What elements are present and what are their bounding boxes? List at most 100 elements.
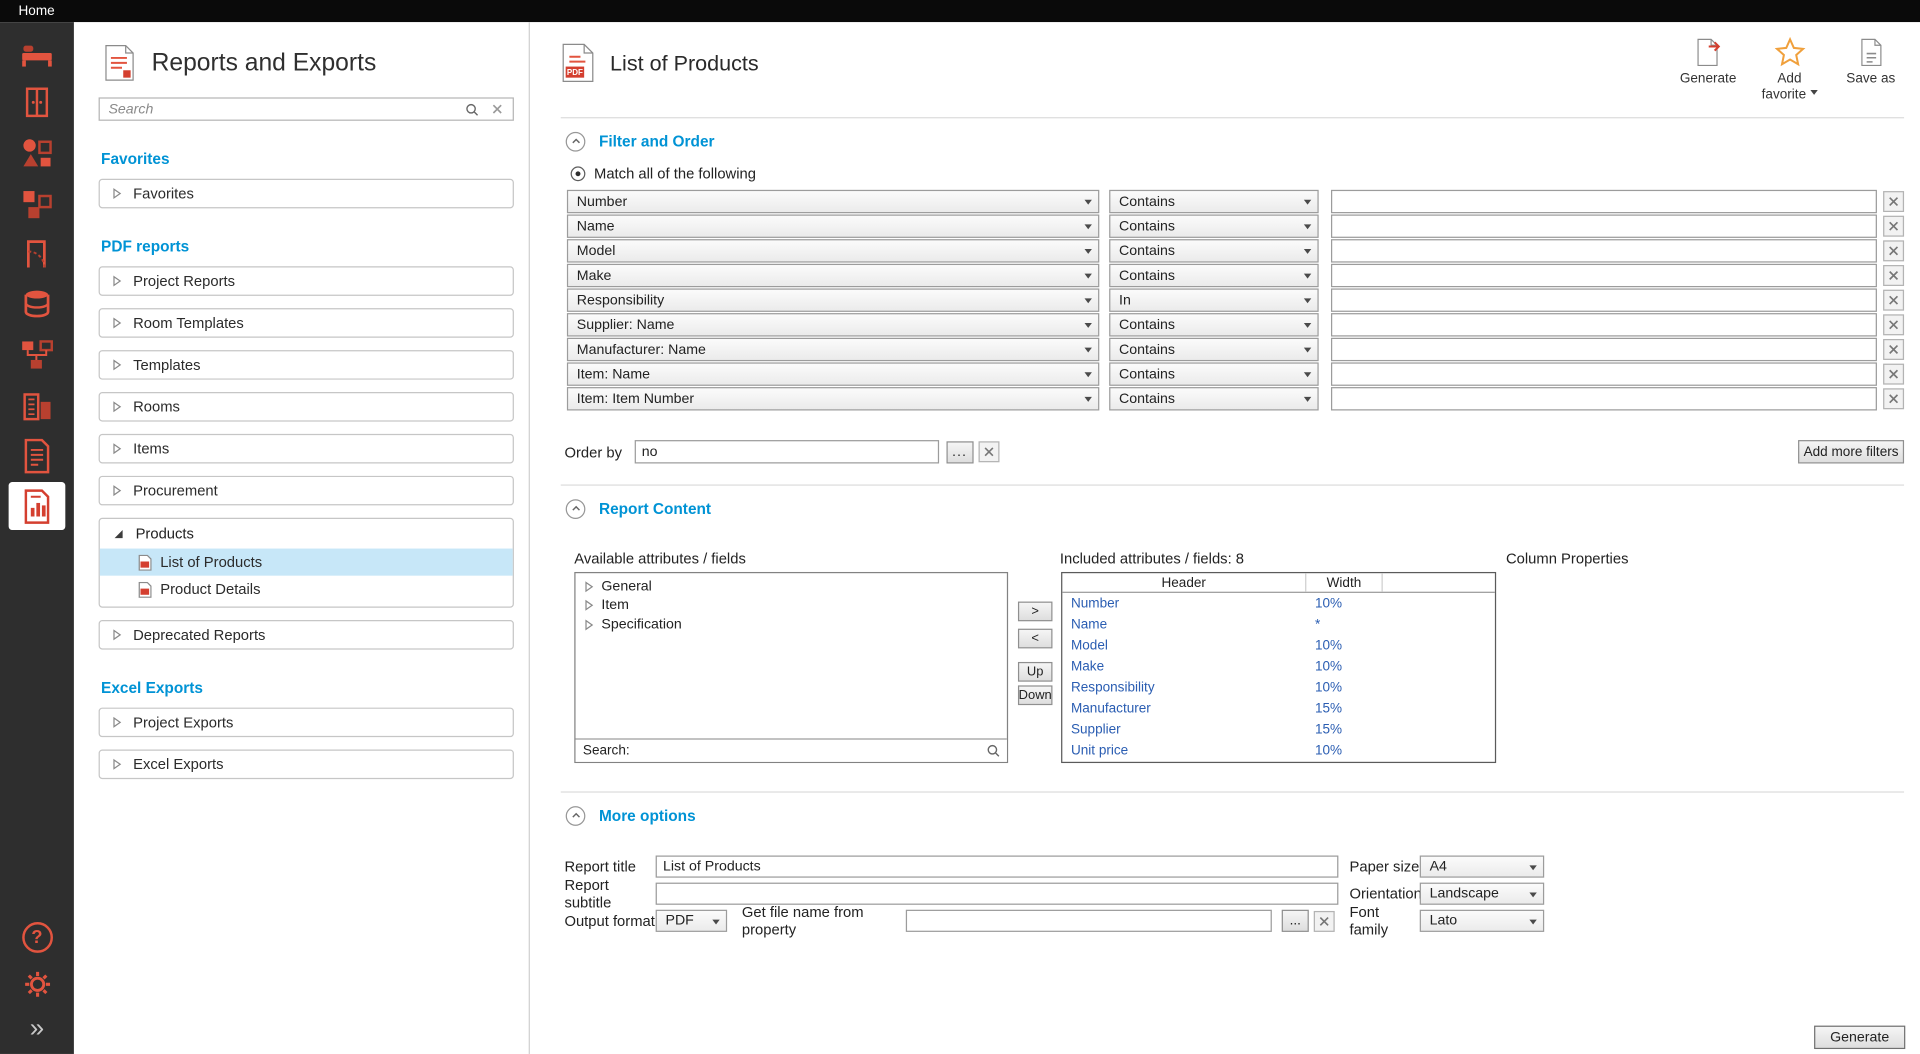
filter-value-input[interactable]: [1331, 264, 1877, 287]
rail-item-storage[interactable]: [9, 78, 66, 126]
save-as-button[interactable]: Save as: [1838, 37, 1905, 87]
sidebar-item-excel-exports[interactable]: Excel Exports: [99, 749, 514, 779]
remove-filter-button[interactable]: [1883, 364, 1904, 385]
rail-item-components[interactable]: [9, 179, 66, 227]
paper-size-select[interactable]: A4: [1420, 855, 1544, 877]
filter-value-input[interactable]: [1331, 362, 1877, 385]
filter-value-input[interactable]: [1331, 214, 1877, 237]
filter-operator-select[interactable]: In: [1109, 288, 1319, 311]
filter-field-select[interactable]: Name: [567, 214, 1099, 237]
output-format-select[interactable]: PDF: [656, 910, 727, 932]
included-row[interactable]: Responsibility10%: [1062, 677, 1495, 698]
filter-value-input[interactable]: [1331, 387, 1877, 410]
rail-item-reports[interactable]: [9, 482, 66, 530]
tree-item-item[interactable]: Item: [576, 596, 1007, 615]
sidebar-item-project-reports[interactable]: Project Reports: [99, 266, 514, 296]
sidebar-item-deprecated-reports[interactable]: Deprecated Reports: [99, 620, 514, 650]
sidebar-item-items[interactable]: Items: [99, 434, 514, 464]
report-title-input[interactable]: [656, 855, 1339, 877]
remove-filter-button[interactable]: [1883, 388, 1904, 409]
included-row[interactable]: Number10%: [1062, 593, 1495, 614]
sidebar-item-procurement[interactable]: Procurement: [99, 476, 514, 506]
sidebar-item-templates[interactable]: Templates: [99, 350, 514, 380]
remove-filter-button[interactable]: [1883, 314, 1904, 335]
included-row[interactable]: Unit price10%: [1062, 740, 1495, 761]
order-by-input[interactable]: [634, 440, 938, 463]
rail-item-documents[interactable]: [9, 431, 66, 479]
file-name-property-input[interactable]: [906, 910, 1272, 932]
file-name-browse-button[interactable]: ...: [1282, 910, 1309, 932]
remove-filter-button[interactable]: [1883, 216, 1904, 237]
remove-filter-button[interactable]: [1883, 339, 1904, 360]
collapse-content-section-button[interactable]: [566, 499, 586, 519]
help-icon[interactable]: ?: [22, 922, 53, 953]
remove-filter-button[interactable]: [1883, 240, 1904, 261]
filter-operator-select[interactable]: Contains: [1109, 190, 1319, 213]
filter-operator-select[interactable]: Contains: [1109, 239, 1319, 262]
sidebar-item-room-templates[interactable]: Room Templates: [99, 308, 514, 338]
included-row[interactable]: Model10%: [1062, 635, 1495, 656]
clear-search-icon[interactable]: [488, 100, 506, 118]
filter-operator-select[interactable]: Contains: [1109, 362, 1319, 385]
filter-value-input[interactable]: [1331, 239, 1877, 262]
rail-item-logistics[interactable]: [9, 330, 66, 378]
remove-filter-button[interactable]: [1883, 265, 1904, 286]
filter-field-select[interactable]: Manufacturer: Name: [567, 338, 1099, 361]
add-more-filters-button[interactable]: Add more filters: [1798, 440, 1904, 463]
sidebar-item-product-details[interactable]: Product Details: [100, 576, 513, 603]
move-down-button[interactable]: Down: [1018, 685, 1053, 705]
tree-item-specification[interactable]: Specification: [576, 615, 1007, 634]
rail-item-doors[interactable]: [9, 229, 66, 277]
filter-operator-select[interactable]: Contains: [1109, 338, 1319, 361]
rail-item-data[interactable]: [9, 280, 66, 328]
rail-item-objects[interactable]: [9, 128, 66, 176]
move-up-button[interactable]: Up: [1018, 662, 1053, 682]
filter-operator-select[interactable]: Contains: [1109, 214, 1319, 237]
sidebar-item-project-exports[interactable]: Project Exports: [99, 708, 514, 738]
remove-filter-button[interactable]: [1883, 191, 1904, 212]
filter-field-select[interactable]: Item: Name: [567, 362, 1099, 385]
expand-rail-icon[interactable]: »: [30, 1016, 44, 1042]
filter-field-select[interactable]: Responsibility: [567, 288, 1099, 311]
remove-filter-button[interactable]: [1883, 290, 1904, 311]
collapse-options-section-button[interactable]: [566, 806, 586, 826]
included-row[interactable]: Manufacturer15%: [1062, 698, 1495, 719]
search-icon[interactable]: [986, 743, 1001, 758]
home-menu[interactable]: Home: [18, 4, 54, 19]
filter-field-select[interactable]: Make: [567, 264, 1099, 287]
sidebar-item-favorites[interactable]: Favorites: [99, 179, 514, 209]
included-row[interactable]: Name*: [1062, 614, 1495, 635]
filter-field-select[interactable]: Supplier: Name: [567, 313, 1099, 336]
move-left-button[interactable]: <: [1018, 629, 1053, 649]
match-all-radio[interactable]: [571, 166, 586, 181]
generate-button[interactable]: Generate: [1814, 1026, 1905, 1049]
settings-icon[interactable]: [22, 969, 53, 1000]
orientation-select[interactable]: Landscape: [1420, 883, 1544, 905]
add-favorite-button[interactable]: Add favorite: [1756, 37, 1823, 103]
sidebar-item-rooms[interactable]: Rooms: [99, 392, 514, 422]
filter-value-input[interactable]: [1331, 288, 1877, 311]
included-row[interactable]: Supplier15%: [1062, 719, 1495, 740]
filter-operator-select[interactable]: Contains: [1109, 313, 1319, 336]
clear-file-name-button[interactable]: [1314, 910, 1335, 931]
included-row[interactable]: Make10%: [1062, 656, 1495, 677]
attributes-search-input[interactable]: [635, 743, 981, 758]
collapse-filter-section-button[interactable]: [566, 131, 586, 151]
font-family-select[interactable]: Lato: [1420, 910, 1544, 932]
filter-field-select[interactable]: Model: [567, 239, 1099, 262]
sidebar-item-list-of-products[interactable]: List of Products: [100, 549, 513, 576]
search-icon[interactable]: [465, 102, 480, 117]
filter-operator-select[interactable]: Contains: [1109, 264, 1319, 287]
filter-value-input[interactable]: [1331, 338, 1877, 361]
report-subtitle-input[interactable]: [656, 883, 1339, 905]
filter-operator-select[interactable]: Contains: [1109, 387, 1319, 410]
rail-item-furniture[interactable]: [9, 27, 66, 75]
generate-toolbar-button[interactable]: Generate: [1675, 37, 1742, 87]
tree-item-general[interactable]: General: [576, 577, 1007, 596]
filter-field-select[interactable]: Number: [567, 190, 1099, 213]
move-right-button[interactable]: >: [1018, 602, 1053, 622]
sidebar-item-products[interactable]: Products: [100, 519, 513, 549]
filter-value-input[interactable]: [1331, 190, 1877, 213]
search-input[interactable]: [108, 102, 456, 117]
rail-item-buildings[interactable]: [9, 381, 66, 429]
